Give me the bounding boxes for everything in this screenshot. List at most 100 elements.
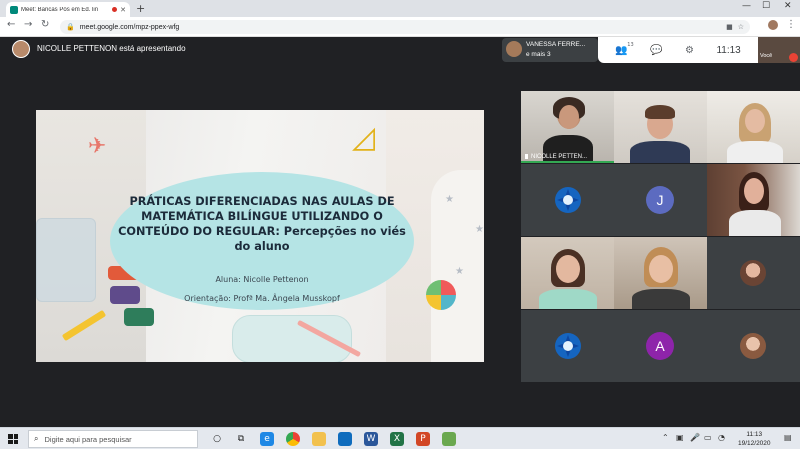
close-window-button[interactable]: ✕: [784, 1, 792, 11]
speaker-avatar: [506, 41, 522, 57]
active-speakers-box[interactable]: VANESSA FERRE... e mais 3: [502, 38, 598, 62]
meet-controls: 👥 13 💬 ⚙ 11:13: [598, 37, 758, 63]
browser-tab-meet[interactable]: Meet: Bancas Pós em Ed. lin ✕: [6, 2, 130, 17]
network-icon[interactable]: ◔: [718, 433, 725, 442]
activities-icon[interactable]: ⚙: [685, 45, 694, 56]
participant-photo-avatar: [740, 260, 766, 286]
meet-clock: 11:13: [716, 44, 741, 56]
slide-advisor: Orientação: Profª Ma. Ângela Musskopf: [184, 294, 340, 303]
self-label: Você: [760, 53, 773, 59]
task-view-icon[interactable]: ⧉: [234, 432, 248, 446]
reload-button[interactable]: ↻: [41, 19, 49, 30]
participant-tile[interactable]: [521, 237, 614, 309]
speaker-name: VANESSA FERRE...: [526, 41, 586, 48]
tray-chevron-icon[interactable]: ⌃: [662, 433, 669, 442]
mic-muted-icon: [789, 53, 798, 62]
participant-face: [745, 109, 765, 133]
triangle-ruler-icon: ◿: [352, 120, 376, 155]
search-placeholder: Digite aqui para pesquisar: [44, 434, 132, 444]
participant-tile[interactable]: [707, 310, 800, 382]
taskbar-date: 19/12/2020: [738, 440, 771, 447]
back-button[interactable]: ←: [7, 19, 15, 30]
paint-pot-green: [124, 308, 154, 326]
tray-app-icon[interactable]: ▣: [676, 433, 684, 442]
beach-ball-icon: [426, 280, 456, 310]
file-explorer-icon[interactable]: [312, 432, 326, 446]
browser-toolbar: ← → ↻ 🔒 meet.google.com/mpz-ppex-wfg ■ ☆…: [0, 17, 800, 37]
participant-body: [630, 141, 690, 163]
participant-body: [729, 210, 781, 236]
chat-icon[interactable]: 💬: [650, 45, 662, 56]
participant-name: NICOLLE PETTEN...: [531, 154, 588, 160]
participant-tile[interactable]: [521, 310, 614, 382]
url-text: meet.google.com/mpz-ppex-wfg: [79, 23, 180, 31]
forward-button[interactable]: →: [24, 19, 32, 30]
speaker-more-count: e mais 3: [526, 51, 551, 58]
people-icon[interactable]: 👥 13: [615, 42, 633, 56]
taskbar-time: 11:13: [746, 431, 763, 438]
recording-indicator-icon: [112, 7, 118, 12]
excel-icon[interactable]: X: [390, 432, 404, 446]
camera-icon[interactable]: ■: [726, 23, 733, 31]
profile-avatar[interactable]: [768, 20, 778, 30]
star-pattern-icon: ★: [475, 224, 484, 235]
address-bar[interactable]: 🔒 meet.google.com/mpz-ppex-wfg ■ ☆: [60, 20, 750, 34]
new-tab-button[interactable]: +: [136, 2, 145, 15]
participant-tile[interactable]: [614, 237, 707, 309]
participant-face: [556, 255, 580, 283]
minimize-window-button[interactable]: —: [742, 1, 751, 11]
mic-icon: [525, 154, 528, 159]
participant-tile[interactable]: [614, 91, 707, 163]
slide-title: PRÁTICAS DIFERENCIADAS NAS AULAS DE MATE…: [118, 195, 406, 253]
close-tab-icon[interactable]: ✕: [120, 6, 126, 14]
taskbar-clock[interactable]: 11:13 19/12/2020: [738, 430, 771, 448]
presentation-slide: ★ ★ ★ ★ ◿ ✈ PRÁTICAS DIFERENCIADAS NAS A…: [36, 110, 484, 362]
speaking-indicator: [521, 161, 614, 163]
presenting-label: NICOLLE PETTENON está apresentando: [37, 44, 186, 53]
maximize-window-button[interactable]: ☐: [762, 1, 770, 11]
participant-body: [632, 289, 690, 309]
participant-body: [539, 289, 597, 309]
university-logo-icon: [555, 187, 581, 213]
participant-tile[interactable]: A: [614, 310, 707, 382]
paint-icon[interactable]: [442, 432, 456, 446]
participant-hair: [645, 105, 675, 119]
browser-menu-icon[interactable]: ⋮: [786, 19, 796, 30]
participant-tile[interactable]: [521, 164, 614, 236]
word-icon[interactable]: W: [364, 432, 378, 446]
participant-body: [727, 141, 783, 163]
cortana-icon[interactable]: ○: [210, 432, 224, 446]
mail-icon[interactable]: [338, 432, 352, 446]
participant-tile[interactable]: [707, 237, 800, 309]
battery-icon[interactable]: ▭: [704, 433, 712, 442]
participant-tile[interactable]: [707, 164, 800, 236]
taskbar-search-input[interactable]: ⌕ Digite aqui para pesquisar: [28, 430, 198, 448]
tray-mic-icon[interactable]: 🎤: [690, 433, 700, 442]
participant-initial-avatar: J: [646, 186, 674, 214]
participant-face: [559, 105, 579, 129]
chrome-icon[interactable]: [286, 432, 300, 446]
university-logo-icon: [555, 333, 581, 359]
notifications-icon[interactable]: ▤: [784, 433, 792, 442]
browser-tab-strip: Meet: Bancas Pós em Ed. lin ✕ + — ☐ ✕: [0, 0, 800, 17]
presenter-avatar: [12, 40, 30, 58]
paper-plane-icon: ✈: [88, 134, 107, 159]
slide-author: Aluna: Nicolle Pettenon: [215, 275, 309, 284]
search-icon: ⌕: [34, 434, 39, 443]
bookmark-star-icon[interactable]: ☆: [738, 23, 744, 31]
participant-face: [744, 178, 764, 204]
lock-icon: 🔒: [66, 23, 75, 31]
participant-tile[interactable]: J: [614, 164, 707, 236]
powerpoint-icon[interactable]: P: [416, 432, 430, 446]
meet-favicon-icon: [10, 5, 18, 14]
windows-start-icon[interactable]: [8, 434, 18, 444]
participant-tile[interactable]: NICOLLE PETTEN...: [521, 91, 614, 163]
edge-icon[interactable]: e: [260, 432, 274, 446]
participant-tile[interactable]: [707, 91, 800, 163]
slide-photo-shirt: ★ ★ ★ ★: [431, 170, 484, 362]
tab-title: Meet: Bancas Pós em Ed. lin: [21, 6, 99, 13]
participant-initial-avatar: A: [646, 332, 674, 360]
star-pattern-icon: ★: [445, 194, 454, 205]
star-pattern-icon: ★: [455, 266, 464, 277]
participant-face: [649, 255, 673, 283]
